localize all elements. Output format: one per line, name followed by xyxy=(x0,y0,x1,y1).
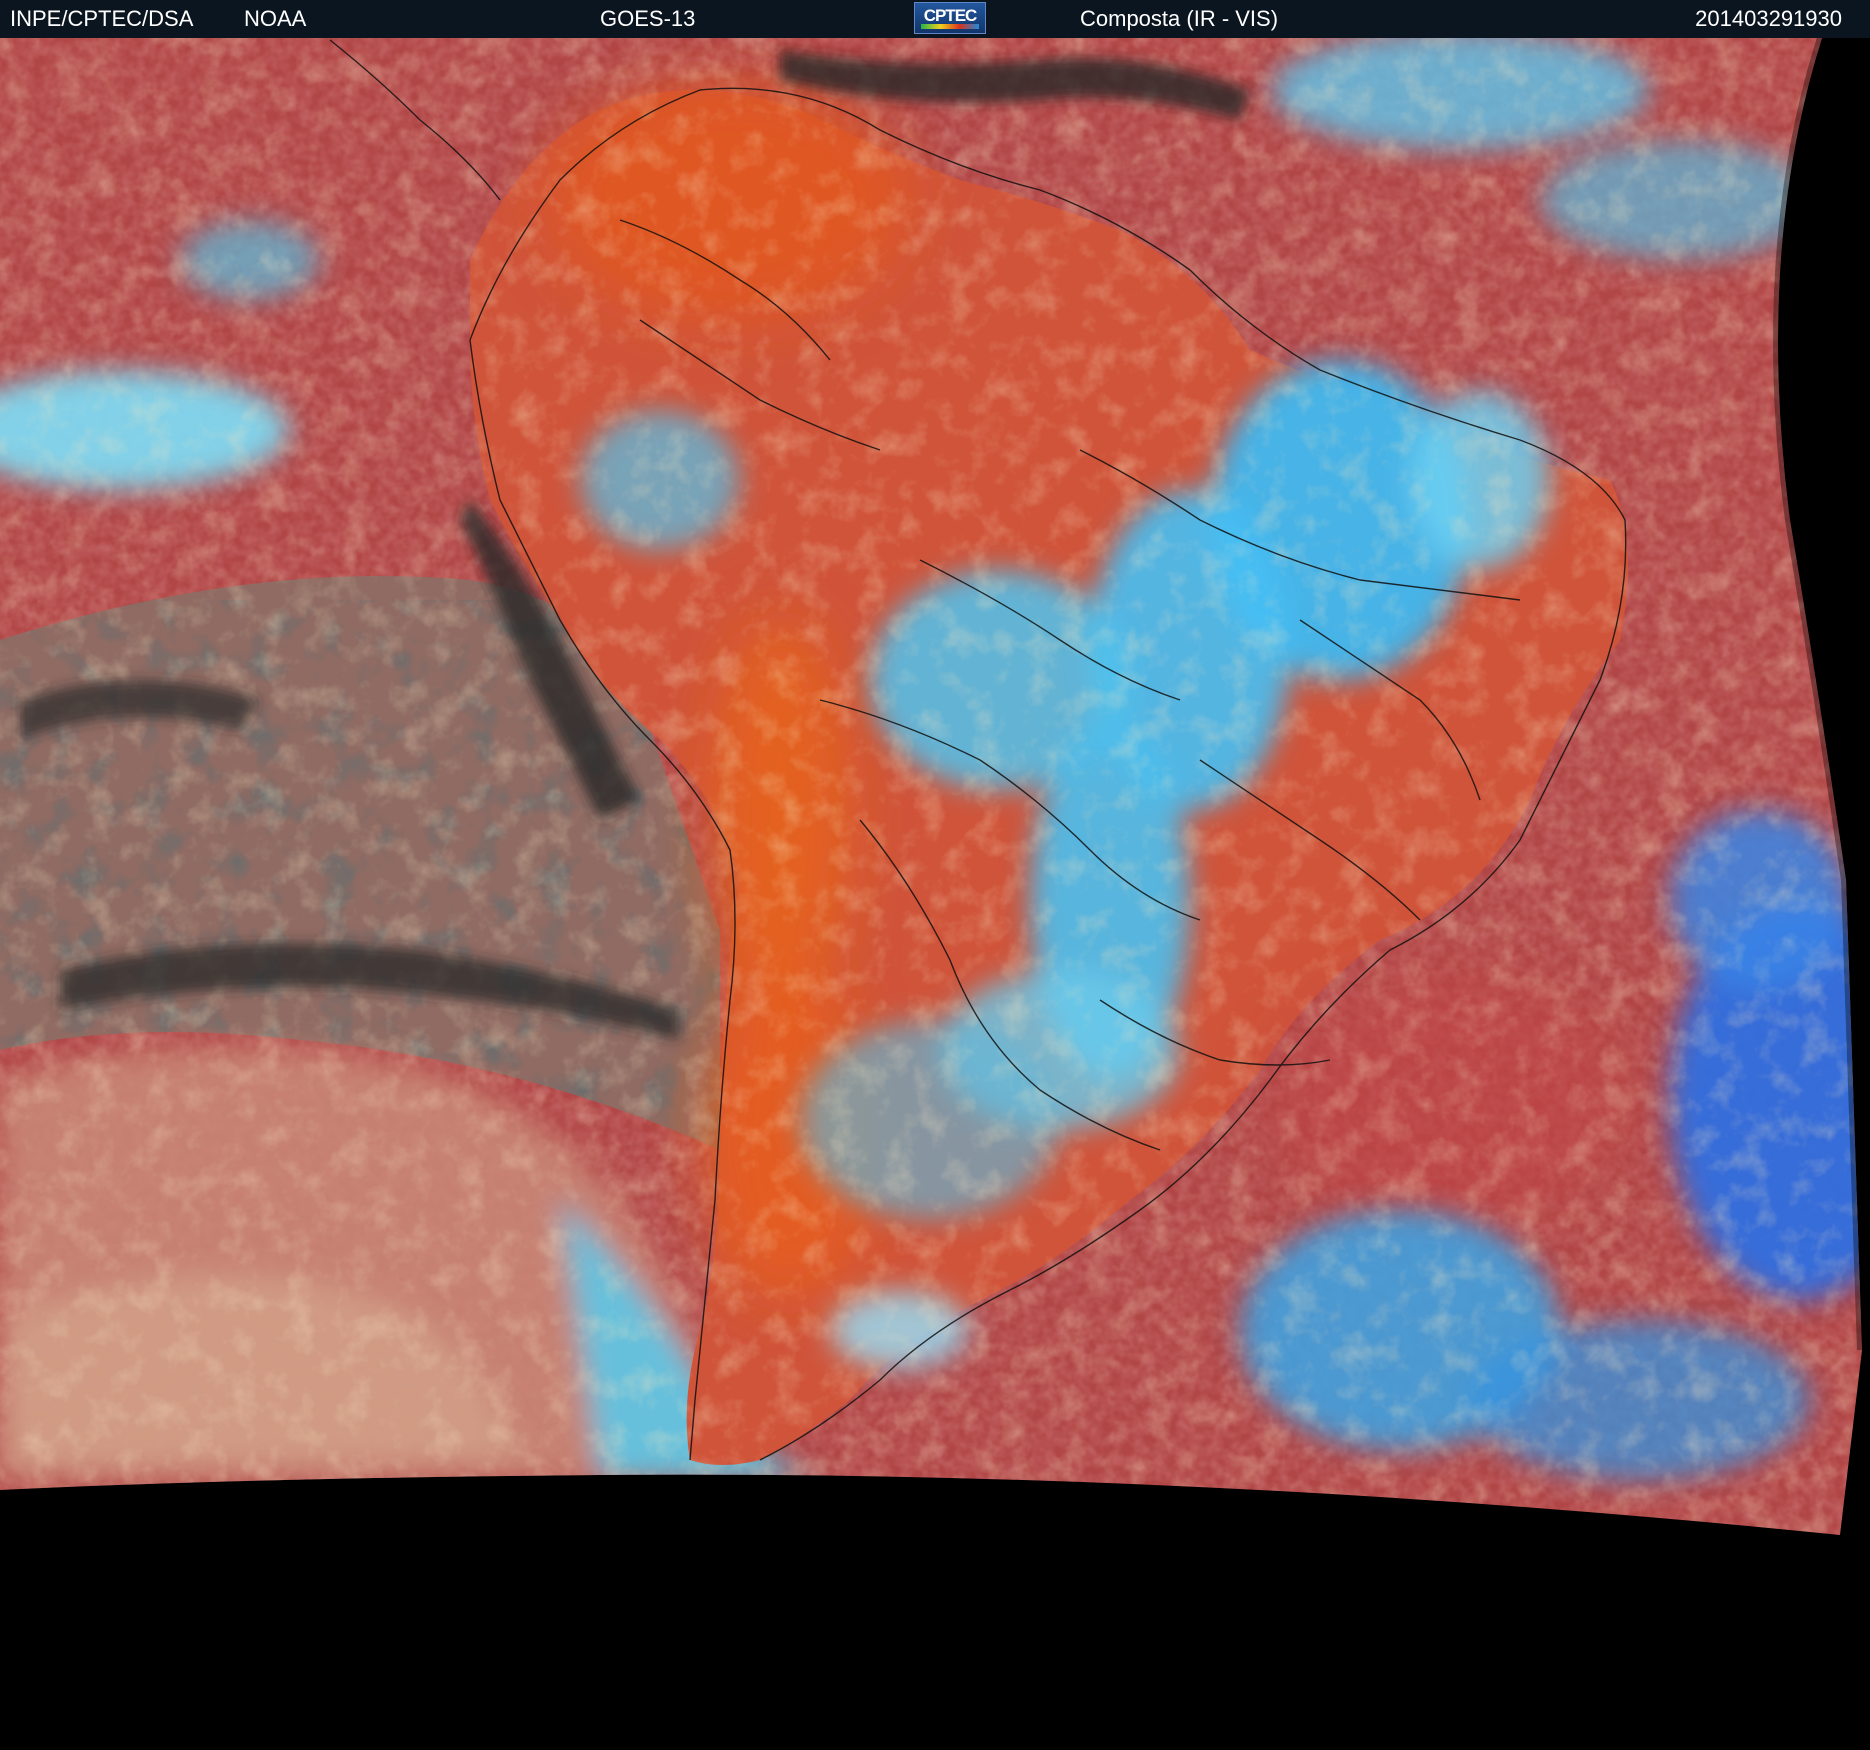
cptec-logo: CPTEC xyxy=(914,2,986,34)
source-label: NOAA xyxy=(244,6,307,31)
product-label: Composta (IR - VIS) xyxy=(1080,6,1279,31)
agency-label: INPE/CPTEC/DSA xyxy=(10,6,194,31)
logo-text: CPTEC xyxy=(923,6,978,25)
timestamp-label: 201403291930 xyxy=(1695,6,1842,31)
cloud-speckle xyxy=(0,38,1862,1535)
logo-color-bar xyxy=(921,24,979,29)
image-disk xyxy=(0,38,1862,1535)
satellite-map xyxy=(0,38,1870,1750)
header-bar: INPE/CPTEC/DSA NOAA GOES-13 CPTEC Compos… xyxy=(0,0,1870,38)
satellite-label: GOES-13 xyxy=(600,6,696,31)
